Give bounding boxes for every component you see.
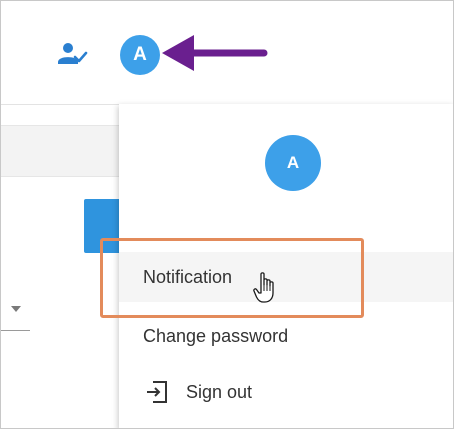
menu-item-change-password[interactable]: Change password bbox=[119, 311, 454, 361]
avatar-initial: A bbox=[133, 44, 147, 65]
profile-menu: A Notification Change password Sign out bbox=[119, 104, 454, 429]
menu-item-sign-out[interactable]: Sign out bbox=[119, 367, 454, 417]
user-avatar-button[interactable]: A bbox=[120, 35, 160, 75]
hand-pointer-icon bbox=[253, 271, 279, 305]
background-table-row bbox=[0, 125, 120, 177]
sign-out-icon bbox=[144, 379, 170, 405]
background-action-button[interactable] bbox=[84, 199, 124, 253]
profile-avatar-initial: A bbox=[286, 153, 300, 172]
caret-down-icon[interactable] bbox=[11, 306, 21, 312]
toolbar-divider bbox=[0, 104, 120, 105]
change-password-label: Change password bbox=[143, 325, 289, 346]
notification-label: Notification bbox=[143, 266, 233, 287]
annotation-arrow bbox=[162, 35, 268, 71]
sign-out-label: Sign out bbox=[186, 381, 253, 402]
profile-avatar: A bbox=[265, 135, 321, 191]
select-underline bbox=[0, 330, 30, 331]
person-check-icon[interactable] bbox=[55, 40, 89, 68]
menu-item-notification[interactable]: Notification bbox=[119, 252, 454, 302]
